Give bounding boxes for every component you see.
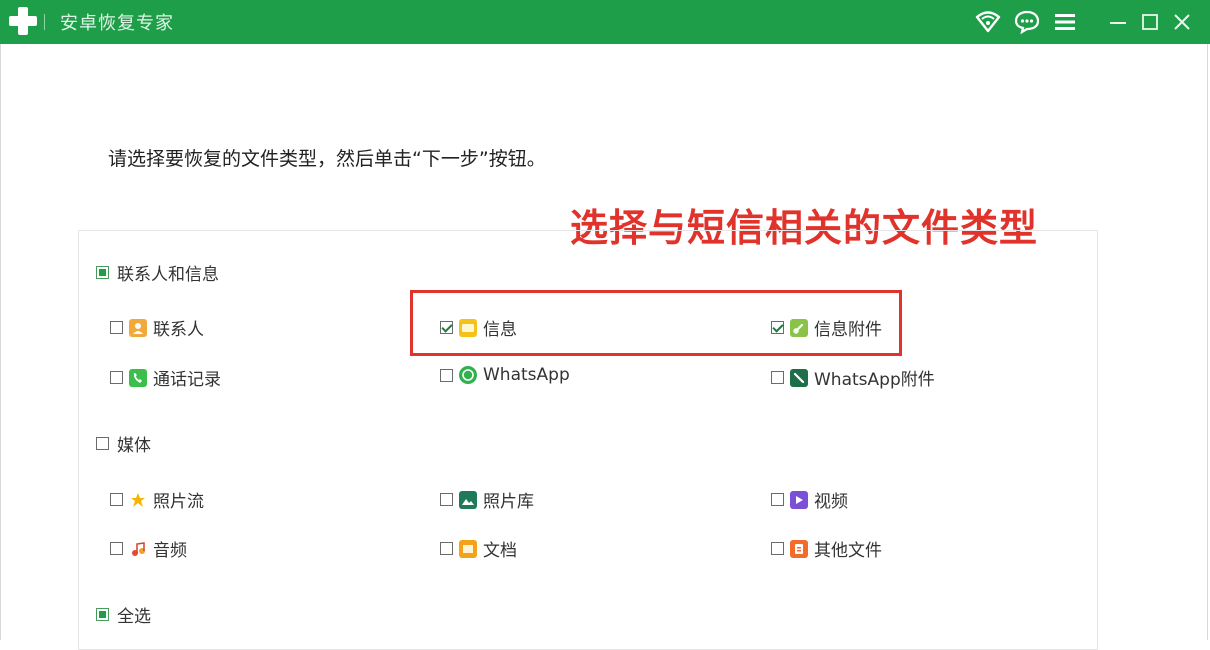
option-audio[interactable]: 音频	[110, 536, 187, 561]
option-video[interactable]: 视频	[771, 487, 848, 512]
checkbox[interactable]	[110, 371, 123, 384]
option-label: 信息附件	[814, 320, 882, 340]
option-whatsapp-attachments[interactable]: WhatsApp附件	[771, 365, 935, 390]
messages-icon	[459, 318, 477, 337]
contacts-icon	[129, 318, 147, 337]
option-contacts[interactable]: 联系人	[110, 315, 204, 340]
message-attachment-icon	[790, 318, 808, 337]
close-icon[interactable]	[1168, 8, 1196, 36]
option-messages[interactable]: 信息	[440, 315, 517, 340]
option-label: 视频	[814, 492, 848, 512]
other-files-icon	[790, 539, 808, 558]
whatsapp-attachment-icon	[790, 368, 808, 387]
title-separator	[44, 14, 45, 30]
option-photo-stream[interactable]: 照片流	[110, 487, 204, 512]
option-label: WhatsApp附件	[814, 370, 935, 390]
option-label: WhatsApp	[483, 365, 570, 385]
group-media[interactable]: 媒体	[96, 431, 151, 456]
checkbox[interactable]	[110, 321, 123, 334]
checkbox[interactable]	[771, 542, 784, 555]
menu-icon[interactable]	[1051, 8, 1079, 36]
option-label: 信息	[483, 320, 517, 340]
photo-stream-icon	[129, 490, 147, 509]
wifi-heart-icon[interactable]	[974, 8, 1002, 36]
option-whatsapp[interactable]: WhatsApp	[440, 365, 570, 385]
option-label: 通话记录	[153, 370, 221, 390]
checkbox[interactable]	[440, 542, 453, 555]
checkbox[interactable]	[440, 321, 453, 334]
select-all-checkbox[interactable]	[96, 608, 109, 621]
checkbox[interactable]	[440, 493, 453, 506]
group-checkbox[interactable]	[96, 266, 109, 279]
chat-icon[interactable]	[1013, 8, 1041, 36]
option-label: 文档	[483, 541, 517, 561]
group-contacts-messages[interactable]: 联系人和信息	[96, 260, 219, 285]
select-all[interactable]: 全选	[96, 602, 151, 627]
checkbox[interactable]	[440, 368, 453, 382]
checkbox[interactable]	[110, 542, 123, 555]
title-bar: 安卓恢复专家	[0, 0, 1210, 44]
option-documents[interactable]: 文档	[440, 536, 517, 561]
audio-icon	[129, 539, 147, 558]
option-message-attachments[interactable]: 信息附件	[771, 315, 882, 340]
instruction-text: 请选择要恢复的文件类型，然后单击“下一步”按钮。	[108, 148, 546, 170]
maximize-icon[interactable]	[1136, 8, 1164, 36]
photo-library-icon	[459, 490, 477, 509]
group-label: 联系人和信息	[117, 265, 219, 285]
checkbox[interactable]	[110, 493, 123, 506]
checkbox[interactable]	[771, 321, 784, 334]
checkbox[interactable]	[771, 493, 784, 506]
option-label: 其他文件	[814, 541, 882, 561]
option-call-log[interactable]: 通话记录	[110, 365, 221, 390]
option-photo-library[interactable]: 照片库	[440, 487, 534, 512]
whatsapp-icon	[459, 366, 477, 384]
option-other-files[interactable]: 其他文件	[771, 536, 882, 561]
checkbox[interactable]	[771, 371, 784, 384]
call-log-icon	[129, 368, 147, 387]
option-label: 联系人	[153, 320, 204, 340]
select-all-label: 全选	[117, 607, 151, 627]
video-icon	[790, 490, 808, 509]
document-icon	[459, 539, 477, 558]
group-checkbox[interactable]	[96, 437, 109, 450]
option-label: 照片库	[483, 492, 534, 512]
option-label: 照片流	[153, 492, 204, 512]
minimize-icon[interactable]	[1104, 8, 1132, 36]
group-label: 媒体	[117, 436, 151, 456]
app-title: 安卓恢复专家	[60, 13, 174, 34]
app-logo-plus-icon	[8, 6, 38, 36]
option-label: 音频	[153, 541, 187, 561]
